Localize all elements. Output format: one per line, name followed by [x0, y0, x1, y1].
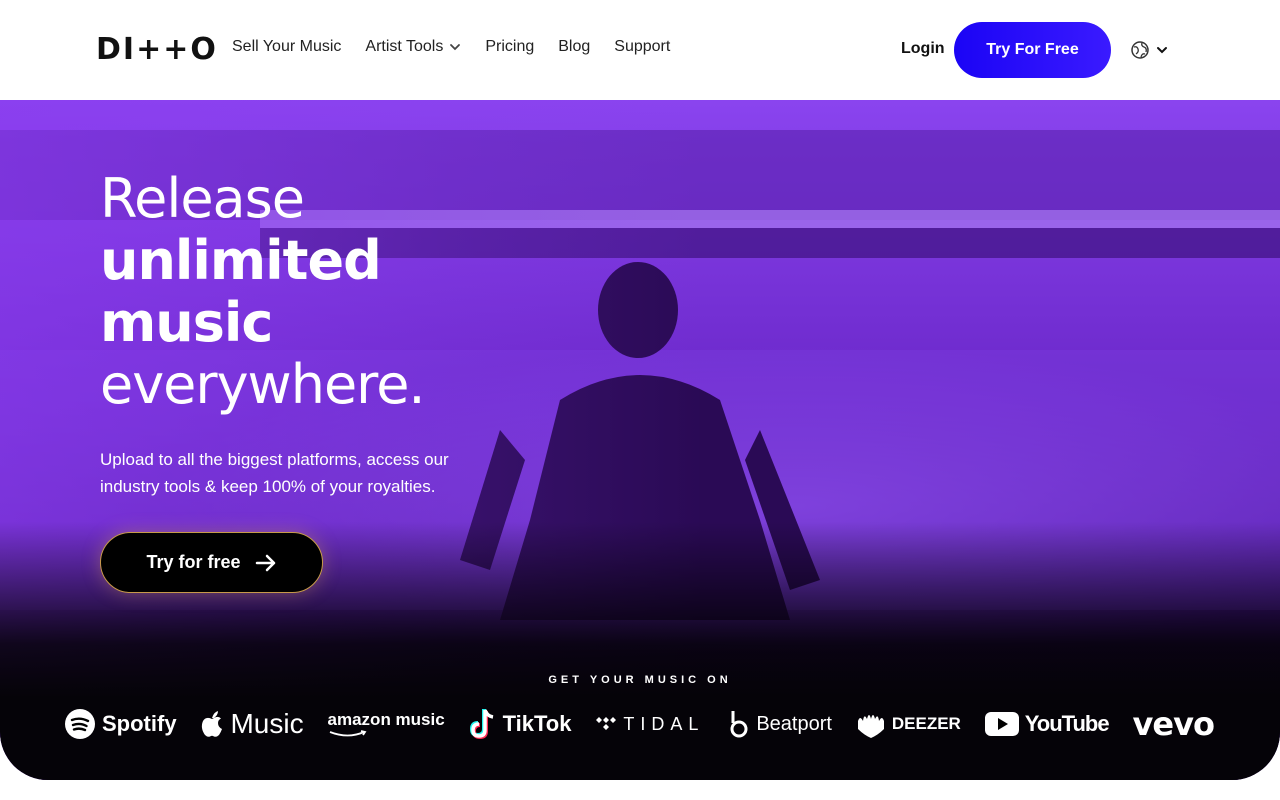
- nav-label: Support: [614, 38, 671, 55]
- spotify-logo: Spotify: [64, 708, 177, 740]
- nav-label: Blog: [558, 38, 591, 55]
- nav-sell-your-music[interactable]: Sell Your Music: [232, 38, 341, 56]
- nav-artist-tools[interactable]: Artist Tools: [365, 38, 461, 56]
- brand-name: Beatport: [756, 712, 832, 735]
- ditto-logo[interactable]: DI++O: [96, 32, 218, 67]
- headline-line: Release: [100, 167, 305, 230]
- arrow-right-icon: [255, 554, 275, 571]
- login-link[interactable]: Login: [901, 40, 945, 58]
- brand-name: DEEZER: [891, 714, 961, 733]
- brand-name: TIDAL: [623, 713, 705, 734]
- chevron-down-icon: [1157, 47, 1167, 54]
- platform-logos: Spotify Music amazon music TikTok TIDAL …: [64, 704, 1215, 744]
- hero-try-for-free-button[interactable]: Try for free: [100, 532, 323, 593]
- amazon-music-logo: amazon music: [328, 710, 445, 738]
- beatport-logo: Beatport: [728, 709, 832, 739]
- tidal-icon: [596, 717, 617, 730]
- nav-label: Sell Your Music: [232, 38, 342, 55]
- vevo-logo: vevo: [1132, 705, 1215, 743]
- brand-name: vevo: [1132, 705, 1215, 743]
- globe-icon: [1131, 41, 1149, 59]
- nav-blog[interactable]: Blog: [558, 38, 590, 56]
- hero-headline: Release unlimited music everywhere.: [100, 167, 426, 416]
- button-label: Try for free: [146, 552, 241, 572]
- hero-subtext: Upload to all the biggest platforms, acc…: [100, 450, 449, 496]
- beatport-icon: [730, 711, 748, 738]
- brand-name: Music: [230, 708, 304, 739]
- brand-name: TikTok: [502, 711, 572, 736]
- amazon-smile-icon: [329, 730, 366, 737]
- brand-name: YouTube: [1024, 711, 1110, 736]
- logo-text: DI++O: [96, 32, 218, 67]
- site-header: DI++O Sell Your Music Artist Tools Prici…: [0, 0, 1280, 100]
- tiktok-logo: TikTok: [469, 708, 572, 740]
- deezer-icon: [857, 715, 884, 738]
- platforms-heading: GET YOUR MUSIC ON: [548, 674, 732, 686]
- deezer-logo: DEEZER: [856, 709, 961, 739]
- try-for-free-button[interactable]: Try For Free: [954, 22, 1111, 78]
- brand-name: amazon music: [327, 710, 445, 729]
- brand-name: Spotify: [102, 711, 177, 736]
- tiktok-icon: [469, 709, 493, 740]
- youtube-logo: YouTube: [984, 711, 1110, 737]
- apple-music-logo: Music: [200, 708, 304, 740]
- language-selector[interactable]: [1130, 40, 1168, 60]
- hero-section: Release unlimited music everywhere. Uplo…: [0, 100, 1280, 780]
- youtube-icon: [984, 712, 1019, 736]
- nav-label: Artist Tools: [365, 38, 444, 55]
- chevron-down-icon: [450, 44, 461, 51]
- headline-line: music: [100, 291, 273, 354]
- headline-line: everywhere.: [100, 353, 426, 416]
- tidal-logo: TIDAL: [595, 714, 704, 735]
- headline-line: unlimited: [100, 229, 382, 292]
- main-nav: Sell Your Music Artist Tools Pricing Blo…: [232, 38, 670, 56]
- nav-pricing[interactable]: Pricing: [485, 38, 534, 56]
- apple-icon: [202, 711, 223, 737]
- nav-label: Pricing: [485, 38, 535, 55]
- nav-support[interactable]: Support: [614, 38, 670, 56]
- spotify-icon: [65, 709, 95, 739]
